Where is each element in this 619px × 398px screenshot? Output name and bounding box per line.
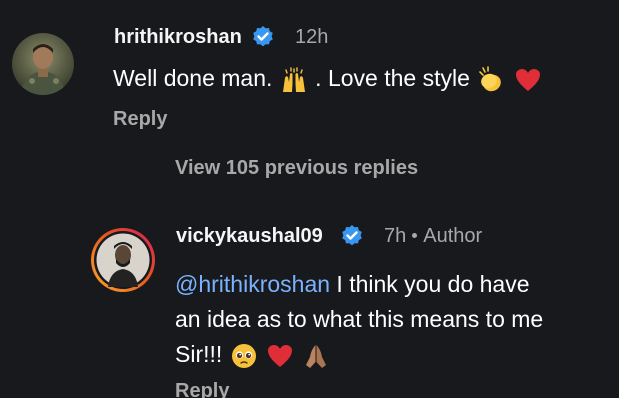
comment-meta: 7h Author bbox=[384, 225, 482, 248]
clapping-hands-emoji bbox=[479, 66, 502, 92]
verified-badge-icon bbox=[342, 225, 362, 246]
comment-time: 12h bbox=[295, 26, 329, 48]
red-heart-emoji bbox=[515, 68, 540, 91]
comment-time: 7h bbox=[384, 225, 407, 247]
avatar[interactable] bbox=[12, 33, 74, 95]
author-badge: Author bbox=[423, 225, 483, 247]
separator-dot bbox=[412, 232, 418, 238]
comment-text-line: an idea as to what this means to me bbox=[175, 306, 544, 332]
pleading-face-emoji bbox=[231, 343, 256, 368]
avatar-image bbox=[91, 228, 155, 292]
mention-link[interactable]: @hrithikroshan bbox=[175, 271, 330, 297]
comment-username[interactable]: vickykaushal09 bbox=[176, 225, 323, 248]
comment-text-line: Sir!!! bbox=[175, 338, 331, 370]
comment-text-part: Sir!!! bbox=[175, 341, 223, 367]
folded-hands-emoji bbox=[306, 344, 327, 368]
verified-badge-icon bbox=[253, 26, 273, 47]
comment-username[interactable]: hrithikroshan bbox=[114, 26, 242, 49]
comment-text-part: I think you do have bbox=[336, 271, 530, 297]
comment-text-line: @hrithikroshan I think you do have bbox=[175, 268, 530, 300]
comment-text-part: Well done man. bbox=[113, 65, 273, 91]
avatar-image bbox=[12, 33, 74, 95]
comment-text: Well done man. . Love the style bbox=[113, 62, 543, 94]
reply-button[interactable]: Reply bbox=[175, 380, 229, 398]
comment-text-part: . Love the style bbox=[315, 65, 470, 91]
comments-screen: hrithikroshan 12h Well done man. . Love … bbox=[0, 0, 619, 398]
view-previous-replies-button[interactable]: View 105 previous replies bbox=[175, 157, 418, 180]
raising-hands-emoji bbox=[282, 67, 305, 92]
red-heart-emoji bbox=[268, 344, 293, 367]
reply-button[interactable]: Reply bbox=[113, 108, 167, 131]
avatar[interactable] bbox=[90, 227, 156, 293]
